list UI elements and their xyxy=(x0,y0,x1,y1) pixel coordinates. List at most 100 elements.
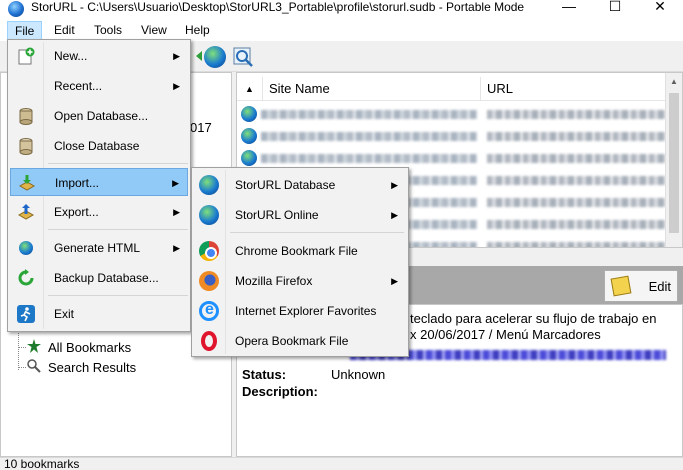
html-globe-icon xyxy=(19,241,33,255)
exit-runner-icon xyxy=(17,305,35,323)
import-chrome-bookmarks[interactable]: Chrome Bookmark File xyxy=(194,236,406,266)
list-header: ▲ Site Name URL xyxy=(237,77,682,101)
menu-tools[interactable]: Tools xyxy=(87,21,129,40)
menu-separator xyxy=(48,295,188,296)
menu-label: Generate HTML xyxy=(54,241,141,255)
globe-icon xyxy=(199,175,219,195)
menu-label: New... xyxy=(54,49,88,63)
menu-separator xyxy=(230,232,404,233)
title-bar: StorURL - C:\Users\Usuario\Desktop\StorU… xyxy=(0,0,683,20)
menu-backup-database[interactable]: Backup Database... xyxy=(10,264,188,292)
tree-item-all-bookmarks[interactable]: All Bookmarks xyxy=(26,338,131,356)
edit-label: Edit xyxy=(648,278,671,294)
menu-exit[interactable]: Exit xyxy=(10,300,188,328)
chrome-icon xyxy=(199,241,219,261)
site-name-cell xyxy=(261,132,477,141)
menu-recent[interactable]: Recent... ▶ xyxy=(10,72,188,100)
url-cell xyxy=(487,132,667,141)
submenu-arrow: ▶ xyxy=(391,276,398,286)
globe-icon xyxy=(199,205,219,225)
menu-label: Export... xyxy=(54,205,99,219)
app-globe-icon xyxy=(8,1,24,17)
table-row[interactable] xyxy=(237,103,682,125)
site-favicon-icon xyxy=(241,106,257,122)
menu-help[interactable]: Help xyxy=(178,21,217,40)
description-label: Description: xyxy=(242,384,318,399)
status-value: Unknown xyxy=(331,367,386,382)
menu-label: Import... xyxy=(55,176,100,190)
status-bar: 10 bookmarks xyxy=(0,457,683,470)
menu-close-database[interactable]: Close Database xyxy=(10,132,188,160)
tree-item-label: All Bookmarks xyxy=(48,339,132,355)
menu-label: Mozilla Firefox xyxy=(235,274,313,288)
vertical-scrollbar[interactable]: ▲ xyxy=(665,73,682,247)
table-row[interactable] xyxy=(237,147,682,169)
url-cell xyxy=(487,176,667,185)
menu-label: StorURL Database xyxy=(235,178,336,192)
firefox-icon xyxy=(199,271,219,291)
close-button[interactable]: ✕ xyxy=(637,0,683,18)
site-favicon-icon xyxy=(241,150,257,166)
scroll-up-arrow[interactable]: ▲ xyxy=(666,73,682,90)
import-submenu: StorURL Database ▶ StorURL Online ▶ Chro… xyxy=(191,167,409,357)
url-cell xyxy=(487,110,667,119)
tree-item-search-results[interactable]: Search Results xyxy=(26,358,136,376)
tree-item-label: Search Results xyxy=(48,359,137,375)
opera-icon xyxy=(201,331,217,351)
import-ie-favorites[interactable]: Internet Explorer Favorites xyxy=(194,296,406,326)
import-storurl-database[interactable]: StorURL Database ▶ xyxy=(194,170,406,200)
sort-indicator[interactable]: ▲ xyxy=(237,77,263,101)
search-site-icon[interactable] xyxy=(232,46,254,68)
menu-import[interactable]: Import... ▶ xyxy=(10,168,188,196)
import-opera-bookmarks[interactable]: Opera Bookmark File xyxy=(194,326,406,356)
url-cell xyxy=(487,242,667,247)
submenu-arrow: ▶ xyxy=(173,81,180,91)
column-site-name[interactable]: Site Name xyxy=(263,77,481,101)
site-favicon-icon xyxy=(241,128,257,144)
menu-separator xyxy=(48,229,188,230)
menu-generate-html[interactable]: Generate HTML ▶ xyxy=(10,234,188,262)
menu-label: Close Database xyxy=(54,139,140,153)
maximize-button[interactable]: ☐ xyxy=(592,0,638,18)
import-mozilla-firefox[interactable]: Mozilla Firefox ▶ xyxy=(194,266,406,296)
submenu-arrow: ▶ xyxy=(173,243,180,253)
backup-icon xyxy=(17,269,35,287)
column-url[interactable]: URL xyxy=(481,77,671,101)
edit-note-icon xyxy=(610,275,632,297)
table-row[interactable] xyxy=(237,125,682,147)
menu-file[interactable]: File xyxy=(7,21,43,40)
menu-edit[interactable]: Edit xyxy=(47,21,82,40)
menu-export[interactable]: Export... ▶ xyxy=(10,198,188,226)
menu-label: Internet Explorer Favorites xyxy=(235,304,377,318)
menu-label: Opera Bookmark File xyxy=(235,334,349,348)
tree-connector xyxy=(18,367,26,368)
scroll-thumb[interactable] xyxy=(669,93,679,233)
url-cell xyxy=(487,154,667,163)
detail-title-line: teclado para acelerar su flujo de trabaj… xyxy=(410,311,657,326)
menu-open-database[interactable]: Open Database... xyxy=(10,102,188,130)
menu-new[interactable]: New... ▶ xyxy=(10,42,188,70)
import-storurl-online[interactable]: StorURL Online ▶ xyxy=(194,200,406,230)
search-icon xyxy=(26,358,42,377)
close-db-icon xyxy=(17,137,35,155)
url-cell xyxy=(487,198,667,207)
status-label: Status: xyxy=(242,367,287,382)
minimize-button[interactable]: — xyxy=(546,0,592,18)
star-icon xyxy=(26,338,42,357)
globe-icon[interactable] xyxy=(204,46,226,68)
submenu-arrow: ▶ xyxy=(391,210,398,220)
import-icon xyxy=(18,174,36,192)
menu-label: Open Database... xyxy=(54,109,149,123)
export-icon xyxy=(17,203,35,221)
tree-connector xyxy=(18,347,26,348)
detail-meta-line: x 20/06/2017 / Menú Marcadores xyxy=(410,327,601,342)
menu-view[interactable]: View xyxy=(134,21,174,40)
edit-button[interactable]: Edit xyxy=(604,270,678,302)
window-title: StorURL - C:\Users\Usuario\Desktop\StorU… xyxy=(31,0,525,14)
menu-label: Recent... xyxy=(54,79,103,93)
open-db-icon xyxy=(17,107,35,125)
submenu-arrow: ▶ xyxy=(172,178,179,188)
submenu-arrow: ▶ xyxy=(173,207,180,217)
menu-label: Backup Database... xyxy=(54,271,159,285)
submenu-arrow: ▶ xyxy=(173,51,180,61)
